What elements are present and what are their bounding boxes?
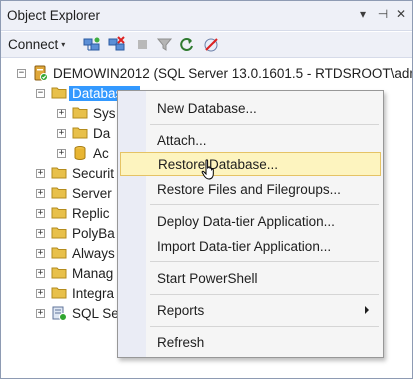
server-icon	[34, 65, 48, 81]
menu-item-import-data-tier[interactable]: Import Data-tier Application...	[120, 234, 381, 258]
menu-item-label: Import Data-tier Application...	[157, 238, 332, 254]
connect-object-explorer-icon[interactable]	[83, 36, 100, 53]
tree-node-label: Da	[93, 125, 111, 141]
menu-separator	[150, 326, 379, 327]
submenu-arrow-icon	[365, 306, 369, 314]
folder-icon	[51, 287, 67, 299]
hand-pointer-cursor-icon	[201, 159, 214, 180]
menu-item-restore-database[interactable]: Restore Database...	[120, 152, 381, 176]
menu-item-label: Restore Files and Filegroups...	[157, 181, 341, 197]
expand-icon[interactable]: +	[57, 108, 66, 118]
tree-node-sql-server-agent[interactable]: + SQL Se	[36, 303, 119, 323]
expand-icon[interactable]: +	[36, 268, 45, 278]
menu-item-attach[interactable]: Attach...	[120, 128, 381, 152]
expand-icon[interactable]: +	[36, 288, 45, 298]
folder-icon	[51, 187, 67, 199]
tree-node-system-databases[interactable]: + Sys	[57, 103, 116, 123]
menu-separator	[150, 294, 379, 295]
folder-icon	[51, 227, 67, 239]
tree-node-label: PolyBa	[72, 225, 115, 241]
tree-node-management[interactable]: + Manag	[36, 263, 113, 283]
collapse-icon[interactable]: −	[17, 68, 26, 78]
tree-node-always-on[interactable]: + Always	[36, 243, 115, 263]
tree-node-label: Manag	[72, 265, 114, 281]
folder-icon	[72, 107, 88, 119]
menu-item-label: New Database...	[157, 100, 257, 116]
menu-item-new-database[interactable]: New Database...	[120, 96, 381, 120]
panel-title-bar: Object Explorer ▾ ⊣ ✕	[1, 1, 412, 31]
object-explorer-toolbar: Connect ▾	[1, 32, 412, 58]
databases-context-menu: New Database... Attach... Restore Databa…	[117, 90, 384, 358]
menu-item-restore-files-filegroups[interactable]: Restore Files and Filegroups...	[120, 177, 381, 201]
menu-item-label: Restore Database...	[158, 156, 279, 172]
folder-icon	[51, 247, 67, 259]
menu-item-reports[interactable]: Reports	[120, 298, 381, 322]
tree-node-label: SQL Se	[72, 305, 119, 321]
close-panel-icon[interactable]: ✕	[394, 7, 408, 21]
tree-node-label: Server	[72, 185, 112, 201]
expand-icon[interactable]: +	[36, 228, 45, 238]
menu-item-label: Start PowerShell	[157, 270, 258, 286]
expand-icon[interactable]: +	[57, 128, 66, 138]
tree-node-label: Replic	[72, 205, 110, 221]
object-explorer-panel: Object Explorer ▾ ⊣ ✕ Connect ▾ − DEMOWI…	[0, 0, 413, 379]
folder-icon	[51, 87, 67, 99]
tree-node-polybase[interactable]: + PolyBa	[36, 223, 115, 243]
tree-node-label: Ac	[93, 145, 109, 161]
menu-item-label: Deploy Data-tier Application...	[157, 213, 335, 229]
tree-node-replication[interactable]: + Replic	[36, 203, 110, 223]
auto-hide-pin-icon[interactable]: ⊣	[376, 7, 390, 21]
expand-icon[interactable]: +	[36, 308, 45, 318]
tree-node-server-objects[interactable]: + Server	[36, 183, 112, 203]
tree-node-security[interactable]: + Securit	[36, 163, 114, 183]
tree-node-database[interactable]: + Ac	[57, 143, 109, 163]
folder-icon	[51, 267, 67, 279]
database-icon	[74, 146, 86, 160]
menu-item-start-powershell[interactable]: Start PowerShell	[120, 266, 381, 290]
connect-label: Connect	[8, 37, 59, 52]
menu-separator	[150, 124, 379, 125]
tree-node-label: Always	[72, 245, 115, 261]
tree-node-server[interactable]: − DEMOWIN2012 (SQL Server 13.0.1601.5 - …	[17, 63, 412, 83]
folder-icon	[72, 127, 88, 139]
collapse-icon[interactable]: −	[36, 88, 45, 98]
menu-item-refresh[interactable]: Refresh	[120, 330, 381, 354]
expand-icon[interactable]: +	[36, 188, 45, 198]
menu-separator	[150, 261, 379, 262]
expand-icon[interactable]: +	[36, 208, 45, 218]
window-position-dropdown-icon[interactable]: ▾	[356, 7, 370, 21]
expand-icon[interactable]: +	[57, 148, 66, 158]
menu-item-deploy-data-tier[interactable]: Deploy Data-tier Application...	[120, 209, 381, 233]
activity-monitor-icon[interactable]	[203, 36, 220, 53]
tree-node-label: Sys	[93, 105, 116, 121]
menu-separator	[150, 204, 379, 205]
tree-node-database-snapshots[interactable]: + Da	[57, 123, 110, 143]
menu-item-label: Attach...	[157, 132, 207, 148]
expand-icon[interactable]: +	[36, 248, 45, 258]
chevron-down-icon: ▾	[61, 40, 66, 49]
menu-item-label: Reports	[157, 302, 205, 318]
stop-icon[interactable]	[134, 36, 151, 53]
filter-icon[interactable]	[156, 36, 173, 53]
server-label: DEMOWIN2012 (SQL Server 13.0.1601.5 - RT…	[53, 65, 412, 81]
panel-title: Object Explorer	[7, 8, 101, 23]
sql-agent-icon	[52, 306, 67, 321]
disconnect-icon[interactable]	[108, 36, 125, 53]
folder-icon	[51, 167, 67, 179]
tree-node-integration-services[interactable]: + Integra	[36, 283, 114, 303]
connect-dropdown-button[interactable]: Connect ▾	[8, 37, 65, 52]
tree-node-label: Securit	[72, 165, 115, 181]
refresh-icon[interactable]	[178, 36, 195, 53]
tree-node-label: Integra	[72, 285, 115, 301]
menu-item-label: Refresh	[157, 334, 205, 350]
expand-icon[interactable]: +	[36, 168, 45, 178]
folder-icon	[51, 207, 67, 219]
